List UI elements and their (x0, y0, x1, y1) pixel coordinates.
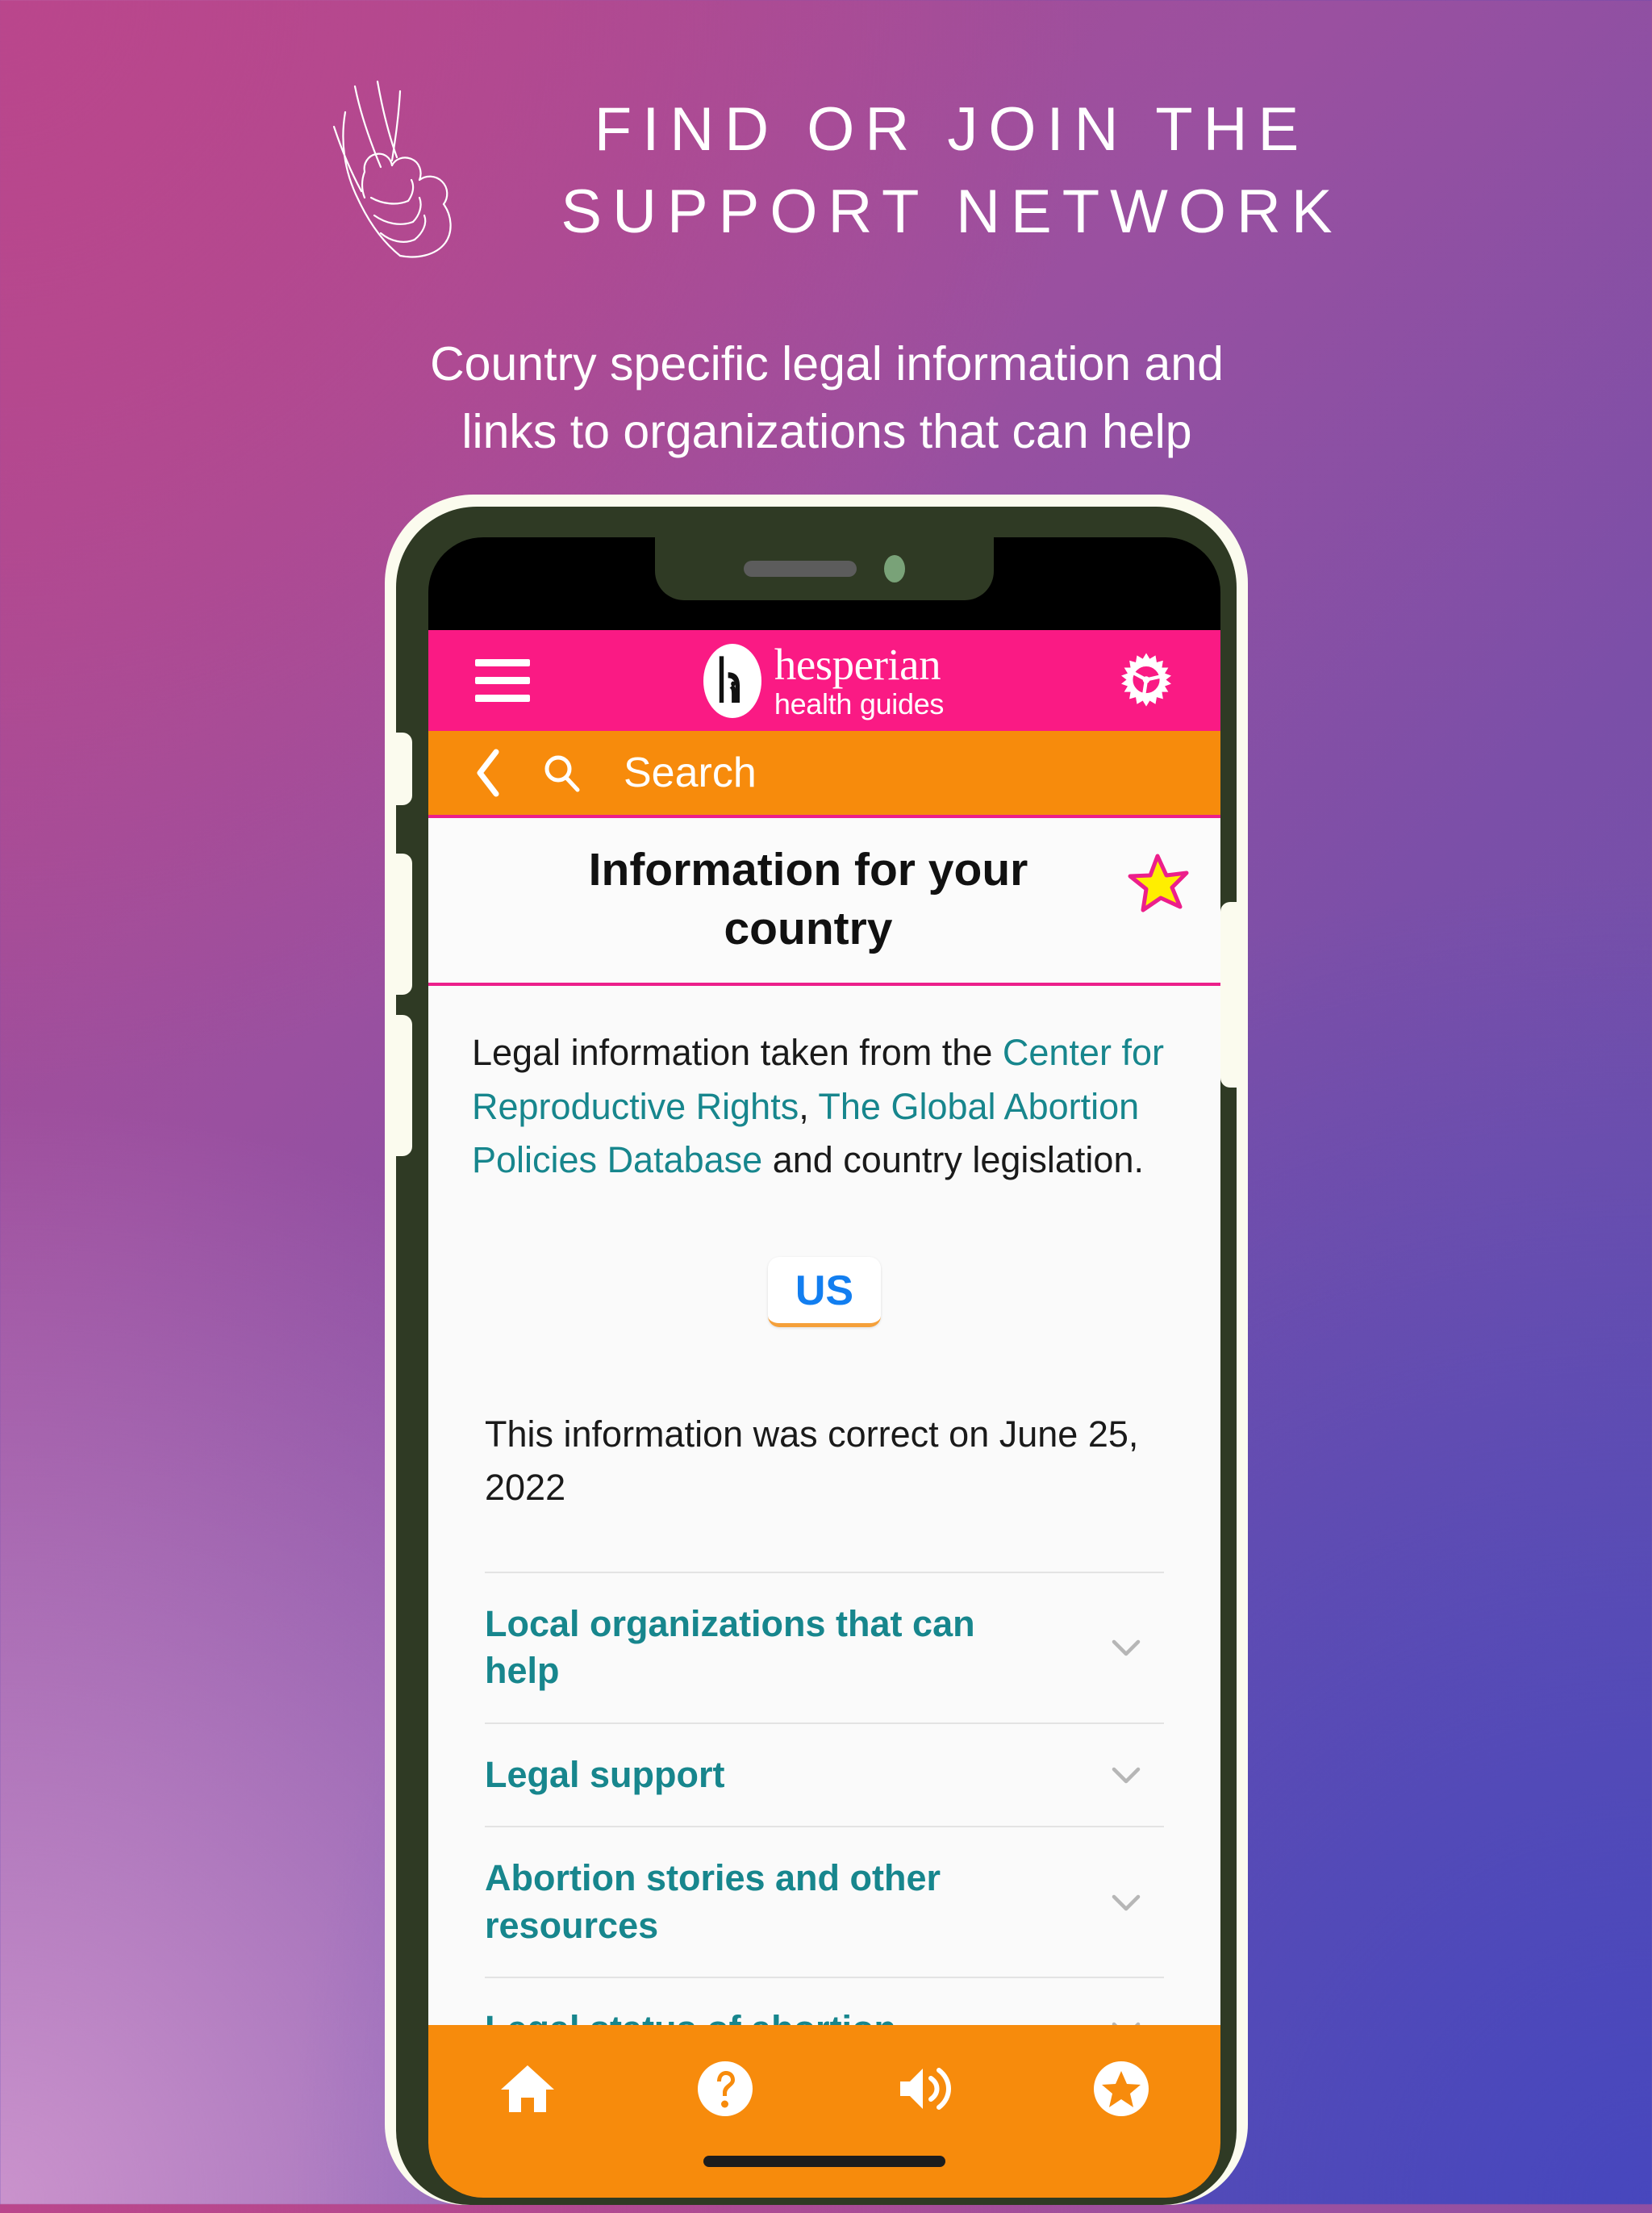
chevron-down-icon[interactable] (1108, 1756, 1145, 1793)
phone-volume-down-button[interactable] (396, 1015, 412, 1156)
chevron-down-icon[interactable] (1108, 2011, 1145, 2025)
app-brand: hesperian health guides (530, 642, 1117, 719)
search-bar[interactable]: Search (428, 731, 1220, 815)
phone-power-button[interactable] (1220, 902, 1237, 1088)
intro-separator: , (799, 1085, 819, 1127)
phone-mute-switch[interactable] (396, 733, 412, 805)
phone-notch (655, 537, 994, 600)
hesperian-logo-mark (703, 643, 761, 718)
intro-text-part2: and country legislation. (762, 1139, 1144, 1181)
accordion-item-abortion-stories[interactable]: Abortion stories and other resources (485, 1826, 1164, 1977)
country-selector-row: US (428, 1256, 1220, 1327)
brand-tagline: health guides (774, 687, 945, 720)
accordion-item-local-organizations[interactable]: Local organizations that can help (485, 1571, 1164, 1722)
gear-icon[interactable] (1117, 652, 1175, 710)
chevron-down-icon[interactable] (1108, 1884, 1145, 1921)
brand-name: hesperian (774, 640, 941, 689)
accordion-label: Legal support (485, 1753, 725, 1795)
front-camera (884, 555, 905, 582)
speaker-audio-icon[interactable] (894, 2059, 953, 2119)
app-header: hesperian health guides (428, 630, 1220, 731)
intro-paragraph: Legal information taken from the Center … (428, 986, 1220, 1188)
phone-screen: hesperian health guides Search Informati… (428, 537, 1220, 2198)
star-badge-icon[interactable] (1091, 2059, 1151, 2119)
home-indicator (703, 2156, 945, 2167)
phone-volume-up-button[interactable] (396, 854, 412, 995)
bottom-navigation-bar (428, 2025, 1220, 2198)
earpiece-speaker (744, 561, 857, 577)
hamburger-menu-icon[interactable] (475, 659, 530, 702)
information-correct-date: This information was correct on June 25,… (485, 1413, 1139, 1509)
accordion-item-legal-status[interactable]: Legal status of abortion (485, 1977, 1164, 2025)
accordion-label: Abortion stories and other resources (485, 1857, 941, 1946)
question-help-icon[interactable] (695, 2059, 755, 2119)
back-chevron-icon[interactable] (473, 749, 503, 797)
page-title-block: Information for your country (428, 815, 1220, 986)
banner-title-line1: FIND OR JOIN THE (594, 95, 1310, 164)
intro-text-part1: Legal information taken from the (472, 1031, 1003, 1073)
star-favorite-icon[interactable] (1125, 852, 1190, 917)
phone-frame: hesperian health guides Search Informati… (396, 507, 1237, 2205)
page-content: Information for your country Legal infor… (428, 815, 1220, 2025)
banner-title: FIND OR JOIN THE SUPPORT NETWORK (500, 89, 1404, 253)
banner-subtitle: Country specific legal information and l… (242, 331, 1412, 466)
home-icon[interactable] (498, 2059, 557, 2119)
accordion-label: Local organizations that can help (485, 1602, 975, 1692)
banner-subtitle-line1: Country specific legal information and (430, 337, 1224, 390)
phone-mockup: hesperian health guides Search Informati… (385, 495, 1272, 2213)
accordion-label: Legal status of abortion (485, 2006, 896, 2025)
search-icon[interactable] (541, 753, 582, 793)
promo-banner: FIND OR JOIN THE SUPPORT NETWORK Country… (0, 0, 1652, 484)
search-input[interactable]: Search (624, 749, 757, 797)
accordion-item-legal-support[interactable]: Legal support (485, 1722, 1164, 1827)
country-selector[interactable]: US (767, 1256, 882, 1327)
holding-hands-icon (323, 77, 500, 262)
banner-title-line2: SUPPORT NETWORK (561, 177, 1343, 246)
page-title: Information for your country (588, 844, 1028, 954)
brand-text: hesperian health guides (774, 640, 945, 720)
accordion-list: Local organizations that can help Legal … (428, 1571, 1220, 2025)
banner-subtitle-line2: links to organizations that can help (461, 404, 1192, 458)
chevron-down-icon[interactable] (1108, 1629, 1145, 1666)
